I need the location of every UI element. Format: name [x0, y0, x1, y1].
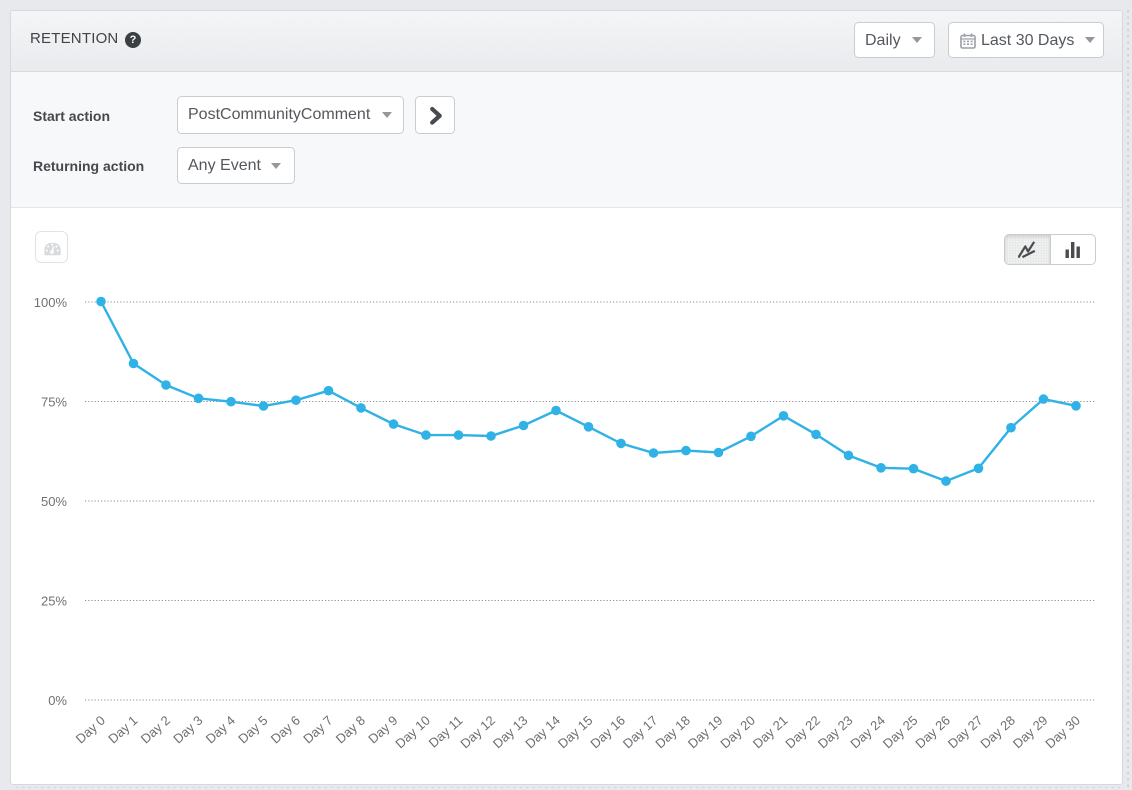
svg-text:Day 20: Day 20: [717, 713, 758, 752]
svg-text:Day 25: Day 25: [880, 713, 921, 752]
svg-text:Day 6: Day 6: [268, 713, 303, 747]
svg-text:Day 23: Day 23: [815, 713, 856, 752]
svg-text:50%: 50%: [41, 494, 67, 509]
svg-text:Day 0: Day 0: [73, 713, 108, 747]
svg-text:Day 12: Day 12: [457, 713, 498, 752]
svg-text:Day 26: Day 26: [912, 713, 953, 752]
svg-text:Day 17: Day 17: [620, 713, 661, 752]
svg-text:0%: 0%: [48, 693, 67, 708]
svg-text:Day 18: Day 18: [652, 713, 693, 752]
svg-text:Day 13: Day 13: [490, 713, 531, 752]
svg-text:Day 21: Day 21: [750, 713, 791, 752]
svg-text:Day 15: Day 15: [555, 713, 596, 752]
svg-text:100%: 100%: [34, 295, 68, 310]
svg-text:Day 27: Day 27: [945, 713, 986, 752]
svg-text:Day 10: Day 10: [392, 713, 433, 752]
svg-text:Day 1: Day 1: [105, 713, 140, 747]
svg-text:Day 4: Day 4: [203, 713, 238, 747]
svg-text:Day 19: Day 19: [685, 713, 726, 752]
svg-text:25%: 25%: [41, 594, 67, 609]
svg-text:Day 24: Day 24: [847, 713, 888, 752]
svg-text:Day 30: Day 30: [1042, 713, 1083, 752]
svg-text:Day 5: Day 5: [235, 713, 270, 747]
svg-text:Day 29: Day 29: [1010, 713, 1051, 752]
svg-text:Day 11: Day 11: [426, 713, 466, 751]
svg-text:Day 14: Day 14: [522, 713, 563, 752]
svg-text:Day 7: Day 7: [300, 713, 335, 747]
svg-text:Day 28: Day 28: [977, 713, 1018, 752]
svg-text:Day 3: Day 3: [170, 713, 205, 747]
svg-text:Day 16: Day 16: [587, 713, 628, 752]
svg-text:75%: 75%: [41, 395, 67, 410]
svg-text:Day 8: Day 8: [333, 713, 368, 747]
svg-text:Day 22: Day 22: [782, 713, 823, 752]
svg-text:Day 2: Day 2: [138, 713, 173, 747]
